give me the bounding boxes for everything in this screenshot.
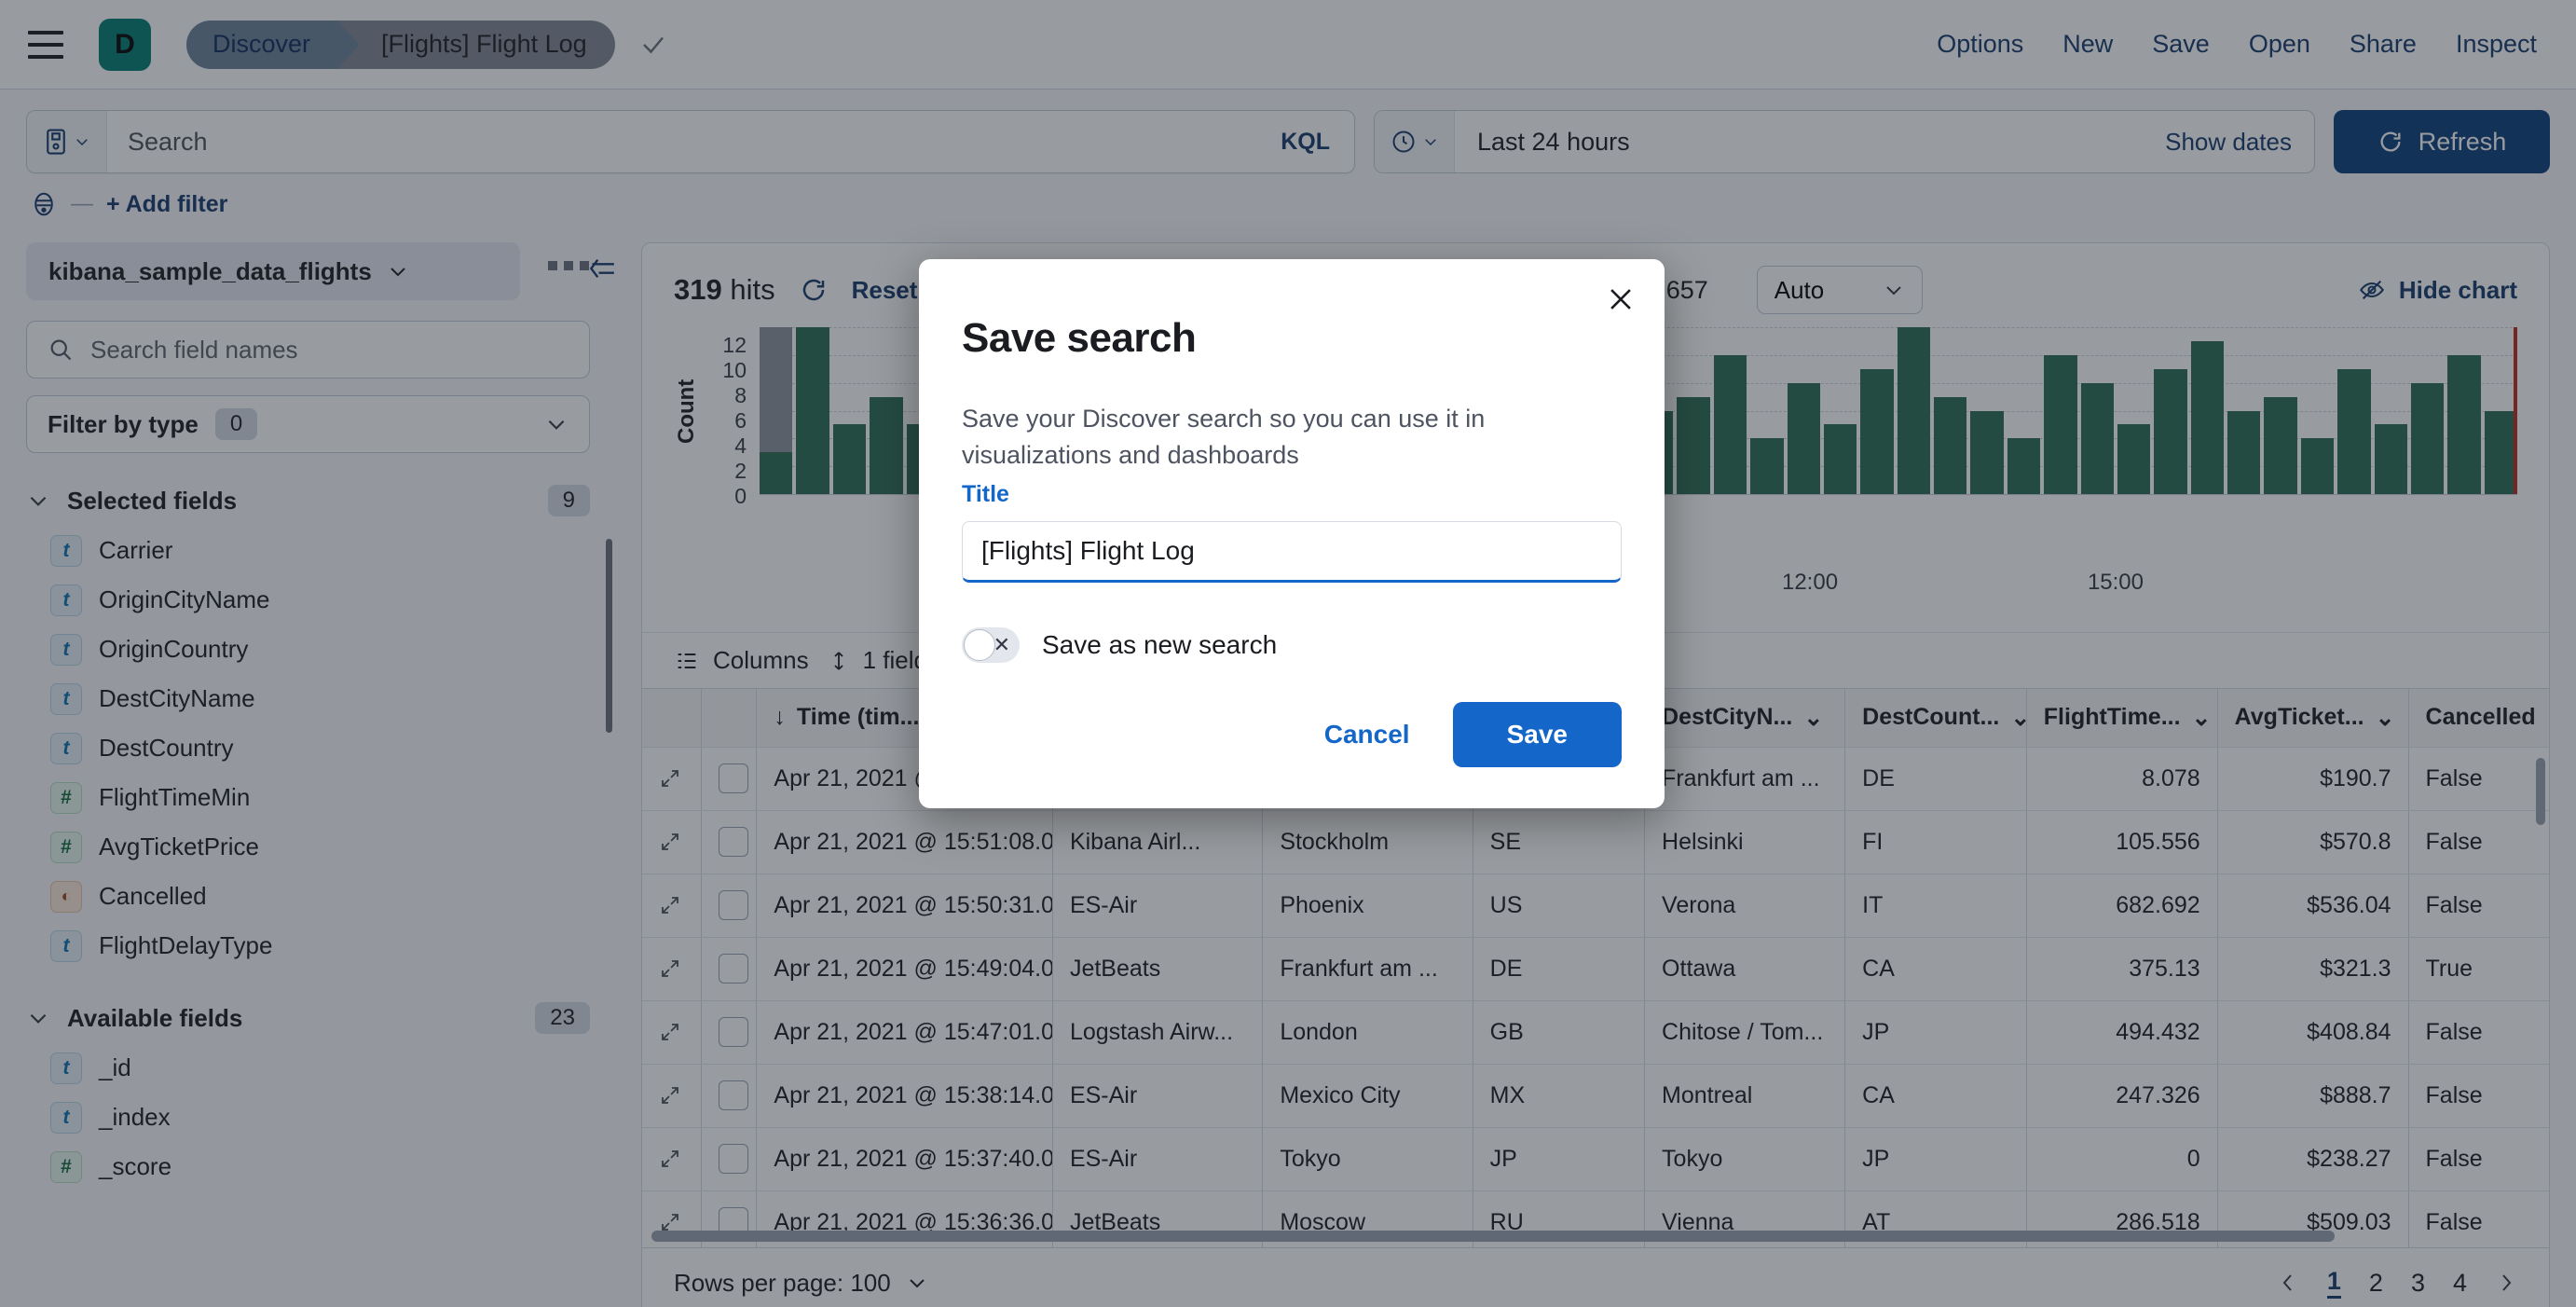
save-search-modal: Save search Save your Discover search so… bbox=[919, 259, 1665, 808]
discover-app: D Discover [Flights] Flight Log Options … bbox=[0, 0, 2576, 1307]
save-as-new-toggle[interactable]: ✕ bbox=[962, 627, 1020, 663]
cancel-button[interactable]: Cancel bbox=[1308, 707, 1427, 763]
modal-actions: Cancel Save bbox=[962, 702, 1622, 767]
toggle-knob bbox=[964, 629, 995, 661]
title-field-label: Title bbox=[962, 481, 1622, 508]
save-as-new-row: ✕ Save as new search bbox=[962, 627, 1622, 663]
close-icon[interactable] bbox=[1605, 283, 1637, 315]
save-as-new-label: Save as new search bbox=[1042, 630, 1277, 660]
modal-title: Save search bbox=[962, 315, 1622, 362]
title-input[interactable] bbox=[962, 521, 1622, 583]
toggle-off-icon: ✕ bbox=[993, 633, 1010, 657]
modal-description: Save your Discover search so you can use… bbox=[962, 401, 1622, 474]
save-button[interactable]: Save bbox=[1453, 702, 1622, 767]
